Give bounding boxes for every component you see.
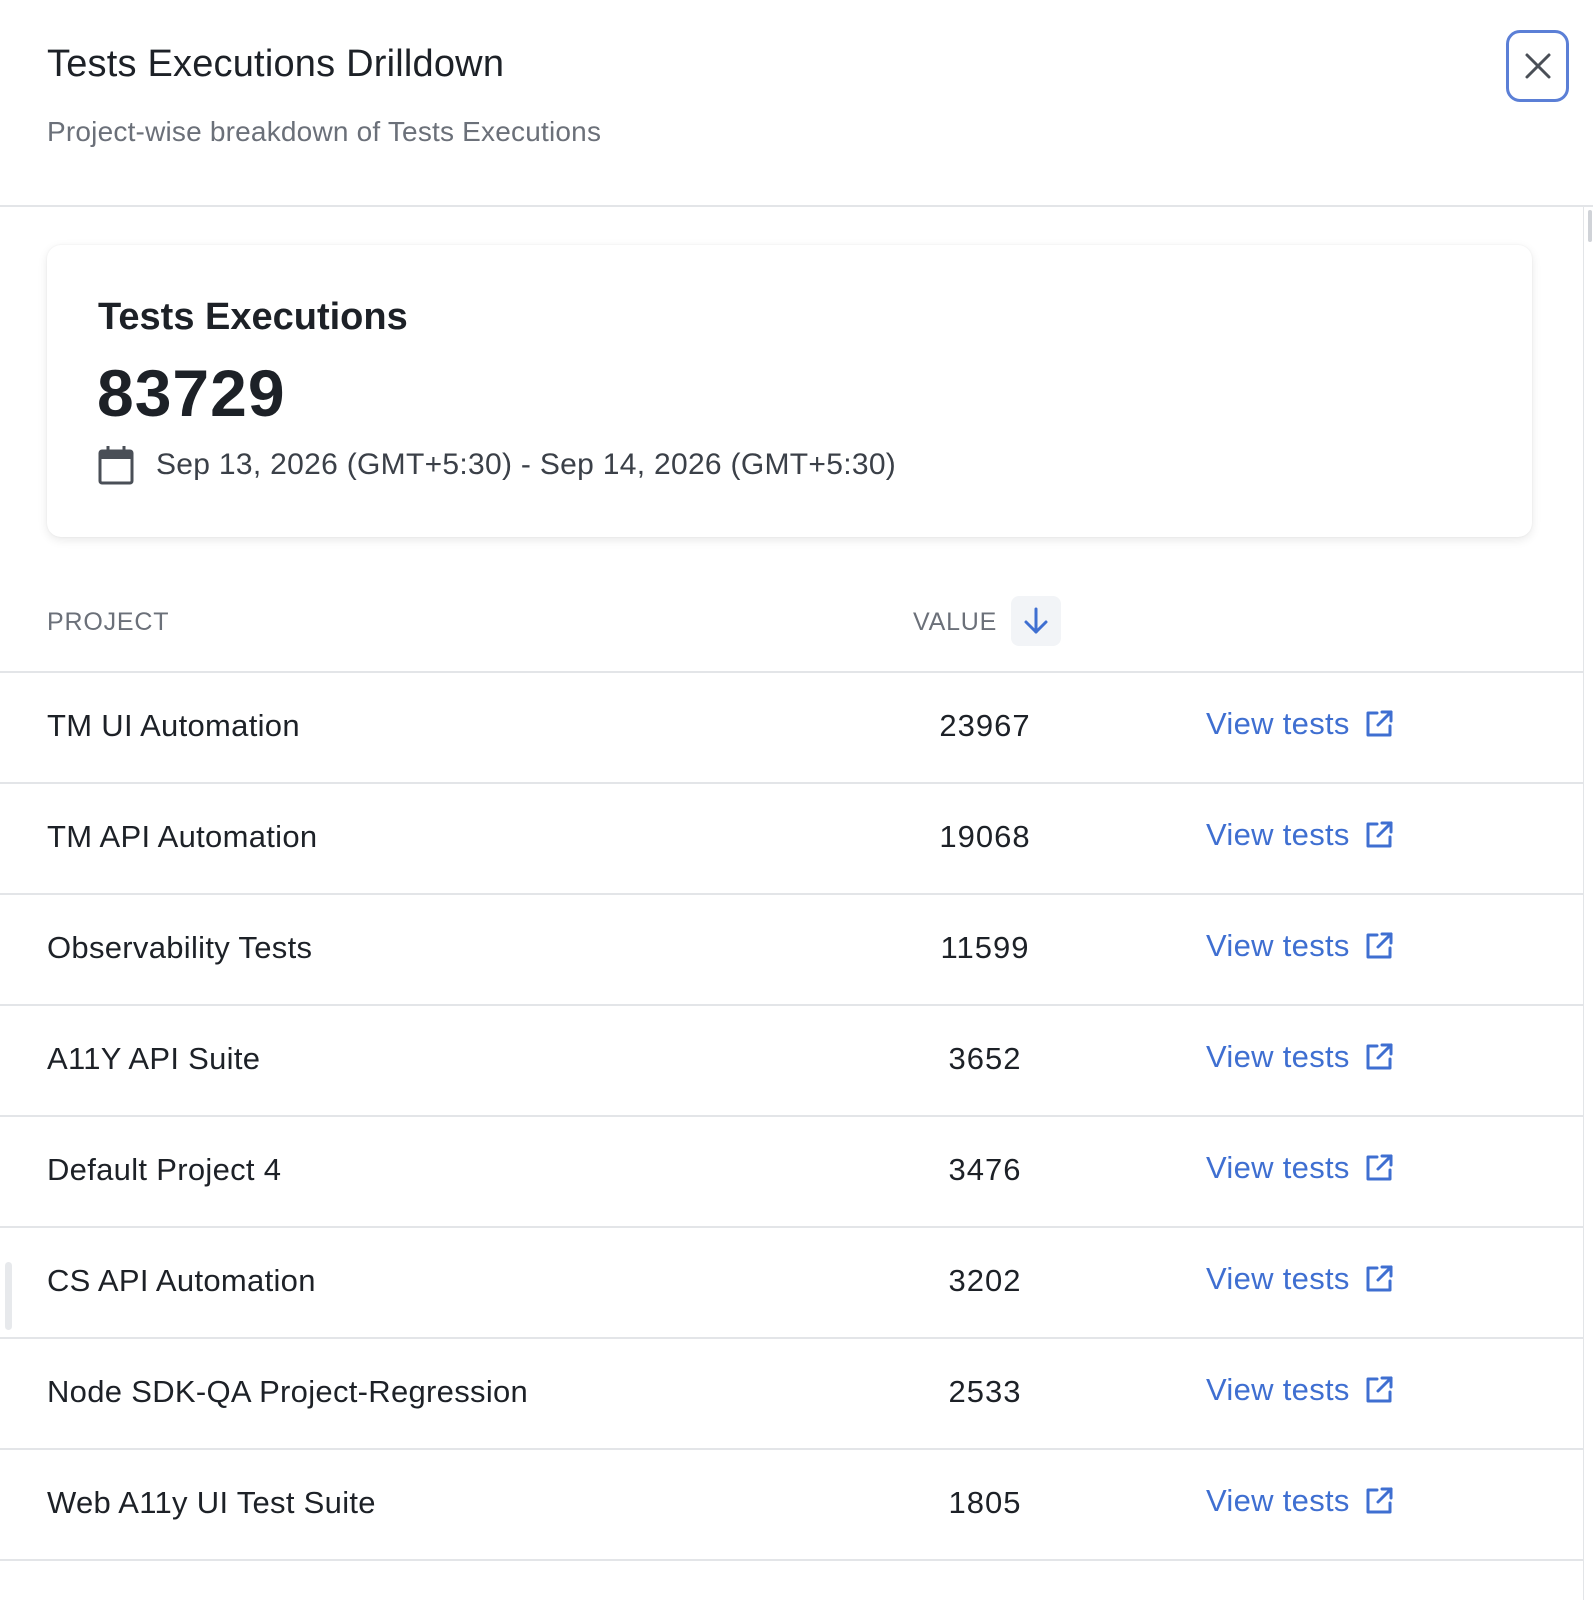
scrollbar-track[interactable]: [1583, 207, 1584, 1600]
scrollbar-thumb[interactable]: [1588, 210, 1592, 242]
panel-title: Tests Executions Drilldown: [47, 43, 505, 85]
view-tests-label: View tests: [1206, 1483, 1350, 1518]
view-tests-link[interactable]: View tests: [1206, 1483, 1395, 1519]
project-name: CS API Automation: [47, 1263, 316, 1298]
view-tests-label: View tests: [1206, 928, 1350, 963]
project-value: 1805: [948, 1485, 1022, 1520]
table-body: TM UI Automation 23967 View tests TM API…: [0, 673, 1583, 1561]
project-value: 3202: [948, 1263, 1022, 1298]
column-header-value[interactable]: VALUE: [913, 608, 997, 637]
panel-header: Tests Executions Drilldown Project-wise …: [0, 0, 1593, 207]
view-tests-link[interactable]: View tests: [1206, 706, 1395, 742]
view-tests-label: View tests: [1206, 706, 1350, 741]
summary-label: Tests Executions: [98, 296, 408, 338]
table-row: TM API Automation 19068 View tests: [0, 784, 1583, 895]
view-tests-label: View tests: [1206, 1261, 1350, 1296]
external-link-icon: [1366, 1043, 1393, 1070]
project-name: Observability Tests: [47, 930, 313, 965]
table-row: CS API Automation 3202 View tests: [0, 1228, 1583, 1339]
table-row: Default Project 4 3476 View tests: [0, 1117, 1583, 1228]
drilldown-panel: Tests Executions Drilldown Project-wise …: [0, 0, 1593, 1600]
table-row: Node SDK-QA Project-Regression 2533 View…: [0, 1339, 1583, 1450]
date-range: Sep 13, 2026 (GMT+5:30) - Sep 14, 2026 (…: [98, 445, 896, 485]
project-name: A11Y API Suite: [47, 1041, 261, 1076]
external-link-icon: [1366, 710, 1393, 737]
view-tests-link[interactable]: View tests: [1206, 1150, 1395, 1186]
panel-subtitle: Project-wise breakdown of Tests Executio…: [47, 116, 602, 147]
project-value: 19068: [939, 819, 1031, 854]
summary-total-value: 83729: [97, 356, 286, 430]
external-link-icon: [1366, 821, 1393, 848]
table-header: PROJECT VALUE: [0, 580, 1583, 673]
project-value: 3476: [948, 1152, 1022, 1187]
external-link-icon: [1366, 1487, 1393, 1514]
view-tests-link[interactable]: View tests: [1206, 1372, 1395, 1408]
external-link-icon: [1366, 1376, 1393, 1403]
view-tests-label: View tests: [1206, 1039, 1350, 1074]
date-range-text: Sep 13, 2026 (GMT+5:30) - Sep 14, 2026 (…: [156, 448, 897, 481]
projects-table: PROJECT VALUE TM UI Automation 23967 Vie…: [0, 580, 1583, 1561]
view-tests-link[interactable]: View tests: [1206, 1261, 1395, 1297]
sort-button[interactable]: [1011, 596, 1061, 646]
view-tests-label: View tests: [1206, 1372, 1350, 1407]
external-link-icon: [1366, 1154, 1393, 1181]
project-name: Node SDK-QA Project-Regression: [47, 1374, 529, 1409]
project-value: 3652: [948, 1041, 1022, 1076]
project-name: TM API Automation: [47, 819, 318, 854]
project-value: 2533: [948, 1374, 1022, 1409]
project-value: 23967: [939, 708, 1031, 743]
view-tests-link[interactable]: View tests: [1206, 817, 1395, 853]
close-icon: [1525, 53, 1550, 79]
close-button[interactable]: [1506, 30, 1569, 102]
calendar-icon: [98, 446, 134, 485]
view-tests-label: View tests: [1206, 817, 1350, 852]
view-tests-link[interactable]: View tests: [1206, 928, 1395, 964]
arrow-down-icon: [1024, 607, 1048, 634]
view-tests-label: View tests: [1206, 1150, 1350, 1185]
external-link-icon: [1366, 1265, 1393, 1292]
table-row: Observability Tests 11599 View tests: [0, 895, 1583, 1006]
summary-card: Tests Executions 83729 Sep 13, 2026 (GMT…: [47, 245, 1532, 537]
table-row: A11Y API Suite 3652 View tests: [0, 1006, 1583, 1117]
table-row: Web A11y UI Test Suite 1805 View tests: [0, 1450, 1583, 1561]
project-name: Web A11y UI Test Suite: [47, 1485, 376, 1520]
table-row: TM UI Automation 23967 View tests: [0, 673, 1583, 784]
project-name: TM UI Automation: [47, 708, 300, 743]
column-header-project[interactable]: PROJECT: [47, 608, 169, 637]
project-name: Default Project 4: [47, 1152, 282, 1187]
project-value: 11599: [940, 930, 1030, 965]
view-tests-link[interactable]: View tests: [1206, 1039, 1395, 1075]
external-link-icon: [1366, 932, 1393, 959]
